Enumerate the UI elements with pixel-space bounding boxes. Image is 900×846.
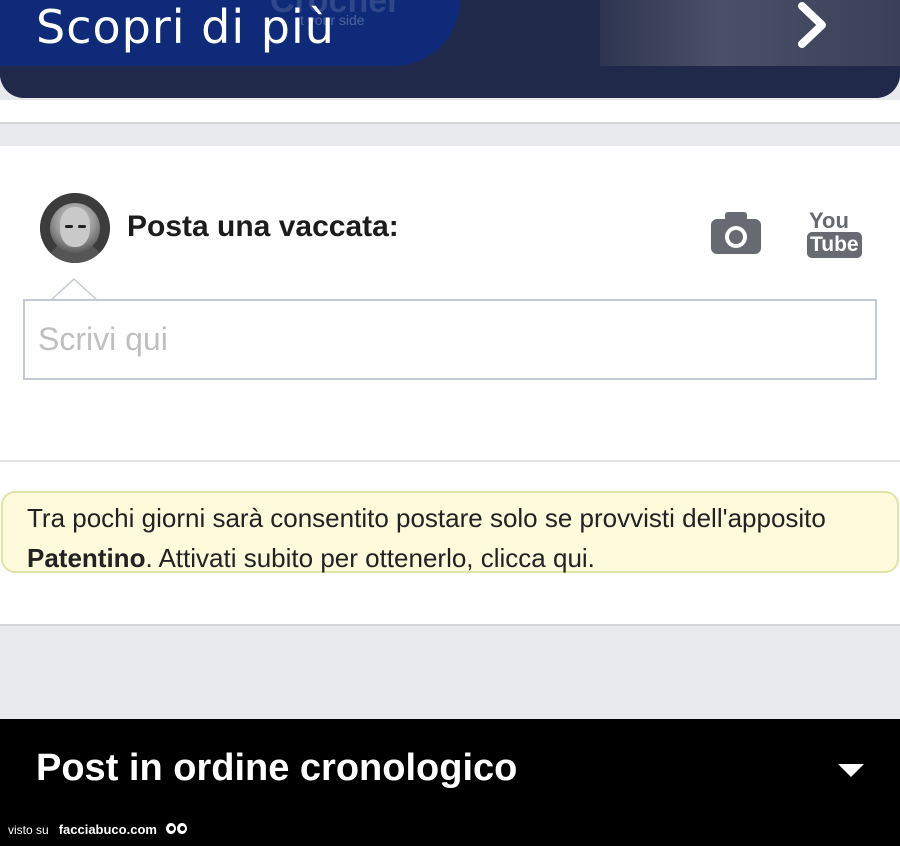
caret-down-icon[interactable] bbox=[838, 764, 864, 777]
composer-label: Posta una vaccata: bbox=[127, 210, 399, 243]
patentino-notice[interactable]: Tra pochi giorni sarà consentito postare… bbox=[1, 491, 899, 573]
sort-bar[interactable]: Post in ordine cronologico visto su facci… bbox=[0, 719, 900, 846]
composer-separator bbox=[0, 460, 900, 462]
watermark-brand: facciabuco.com bbox=[58, 822, 157, 837]
banner-title[interactable]: Scopri di più bbox=[36, 0, 335, 54]
youtube-icon-you: You bbox=[809, 208, 849, 233]
watermark-prefix: visto su bbox=[8, 823, 49, 837]
banner-bottom-strip bbox=[0, 66, 900, 98]
post-input[interactable] bbox=[23, 299, 877, 380]
post-composer: Posta una vaccata: You Tube Tra pochi gi… bbox=[0, 146, 900, 626]
banner-background: Crocher t your side Scopri di più bbox=[0, 0, 900, 98]
banner-image bbox=[600, 0, 900, 66]
section-divider bbox=[0, 100, 900, 124]
sort-title[interactable]: Post in ordine cronologico bbox=[36, 747, 517, 790]
avatar[interactable] bbox=[40, 193, 110, 263]
youtube-icon[interactable]: You Tube bbox=[807, 208, 862, 260]
input-pointer-fill bbox=[52, 280, 96, 300]
watermark: visto su facciabuco.com bbox=[8, 822, 188, 837]
eyes-icon bbox=[166, 823, 188, 835]
chevron-right-icon[interactable] bbox=[792, 0, 836, 50]
avatar-hair bbox=[40, 193, 110, 263]
youtube-icon-tube: Tube bbox=[807, 232, 862, 258]
notice-highlight: Patentino bbox=[27, 543, 146, 573]
camera-icon[interactable] bbox=[708, 210, 764, 256]
promo-banner[interactable]: Crocher t your side Scopri di più bbox=[0, 0, 900, 100]
notice-text-before: Tra pochi giorni sarà consentito postare… bbox=[27, 503, 826, 533]
notice-text-after: . Attivati subito per ottenerlo, clicca … bbox=[145, 543, 595, 573]
